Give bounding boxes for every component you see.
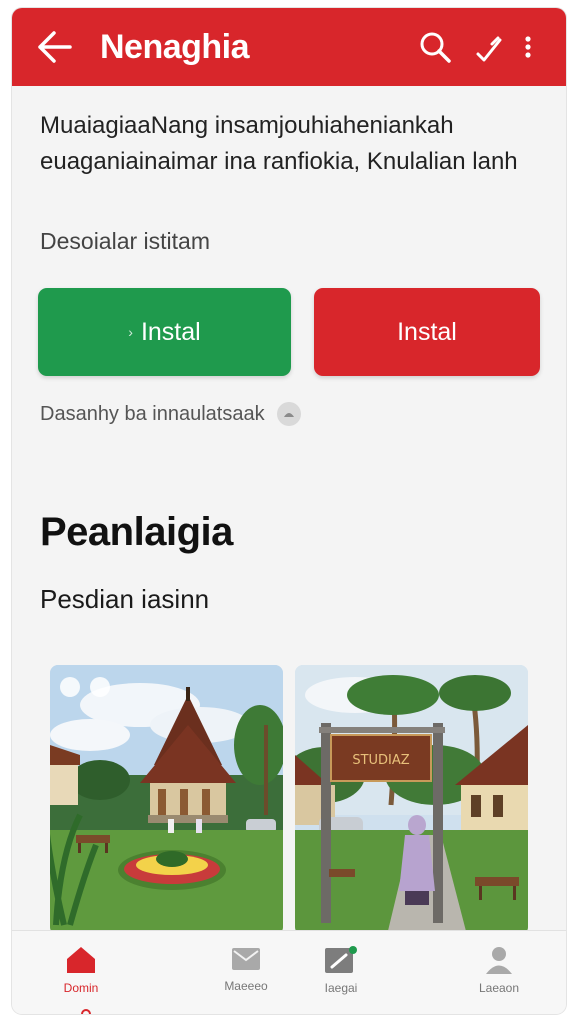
info-dot-icon[interactable] xyxy=(276,402,301,426)
install-button-secondary-label: Instal xyxy=(397,317,457,346)
chevron-right-icon: › xyxy=(128,324,133,340)
subtitle-text: Desoialar istitam xyxy=(40,228,210,254)
nav-label-profile: Laeaon xyxy=(478,981,520,995)
edit-icon[interactable] xyxy=(472,30,506,64)
section-subtitle: Pesdian iasinn xyxy=(40,584,210,614)
mail-icon xyxy=(232,948,260,970)
more-vert-icon[interactable] xyxy=(518,30,538,64)
nav-label-edit: Iaegai xyxy=(324,981,358,995)
nav-item-mail[interactable]: Maeeeo xyxy=(201,945,291,993)
edit-badge-icon xyxy=(325,946,357,973)
app-bar: Nenaghia xyxy=(12,8,566,86)
sign-text: STUDIAZ xyxy=(352,753,409,768)
nav-label-mail: Maeeeo xyxy=(224,979,268,993)
search-icon[interactable] xyxy=(418,30,452,64)
gallery-card-sign[interactable]: STUDIAZ xyxy=(295,665,528,935)
active-indicator xyxy=(81,1009,91,1014)
info-note: Dasanhy ba innaulatsaak xyxy=(40,402,301,426)
section-title: Peanlaigia xyxy=(40,510,233,554)
gallery-card-pavilion[interactable] xyxy=(50,665,283,935)
app-title: Nenaghia xyxy=(100,28,250,66)
intro-text: MuaiagiaaNang insamjouhiaheniankah euaga… xyxy=(40,112,518,175)
install-button-secondary[interactable]: Instal xyxy=(314,288,540,376)
home-icon xyxy=(67,947,95,973)
nav-item-edit[interactable]: Iaegai xyxy=(296,945,386,995)
bottom-nav: Domin Maeeeo Iaegai Laeaon xyxy=(12,930,566,1014)
install-button-primary[interactable]: › Instal xyxy=(38,288,291,376)
nav-item-home[interactable]: Domin xyxy=(36,945,126,995)
phone-screen: Nenaghia MuaiagiaaNang insamjouhiahenian… xyxy=(12,8,566,1014)
person-icon xyxy=(486,947,512,974)
install-button-primary-label: Instal xyxy=(140,317,201,346)
nav-item-profile[interactable]: Laeaon xyxy=(454,945,544,995)
nav-label-home: Domin xyxy=(63,981,99,995)
info-note-text: Dasanhy ba innaulatsaak xyxy=(40,402,265,425)
back-arrow-icon[interactable] xyxy=(36,28,76,66)
